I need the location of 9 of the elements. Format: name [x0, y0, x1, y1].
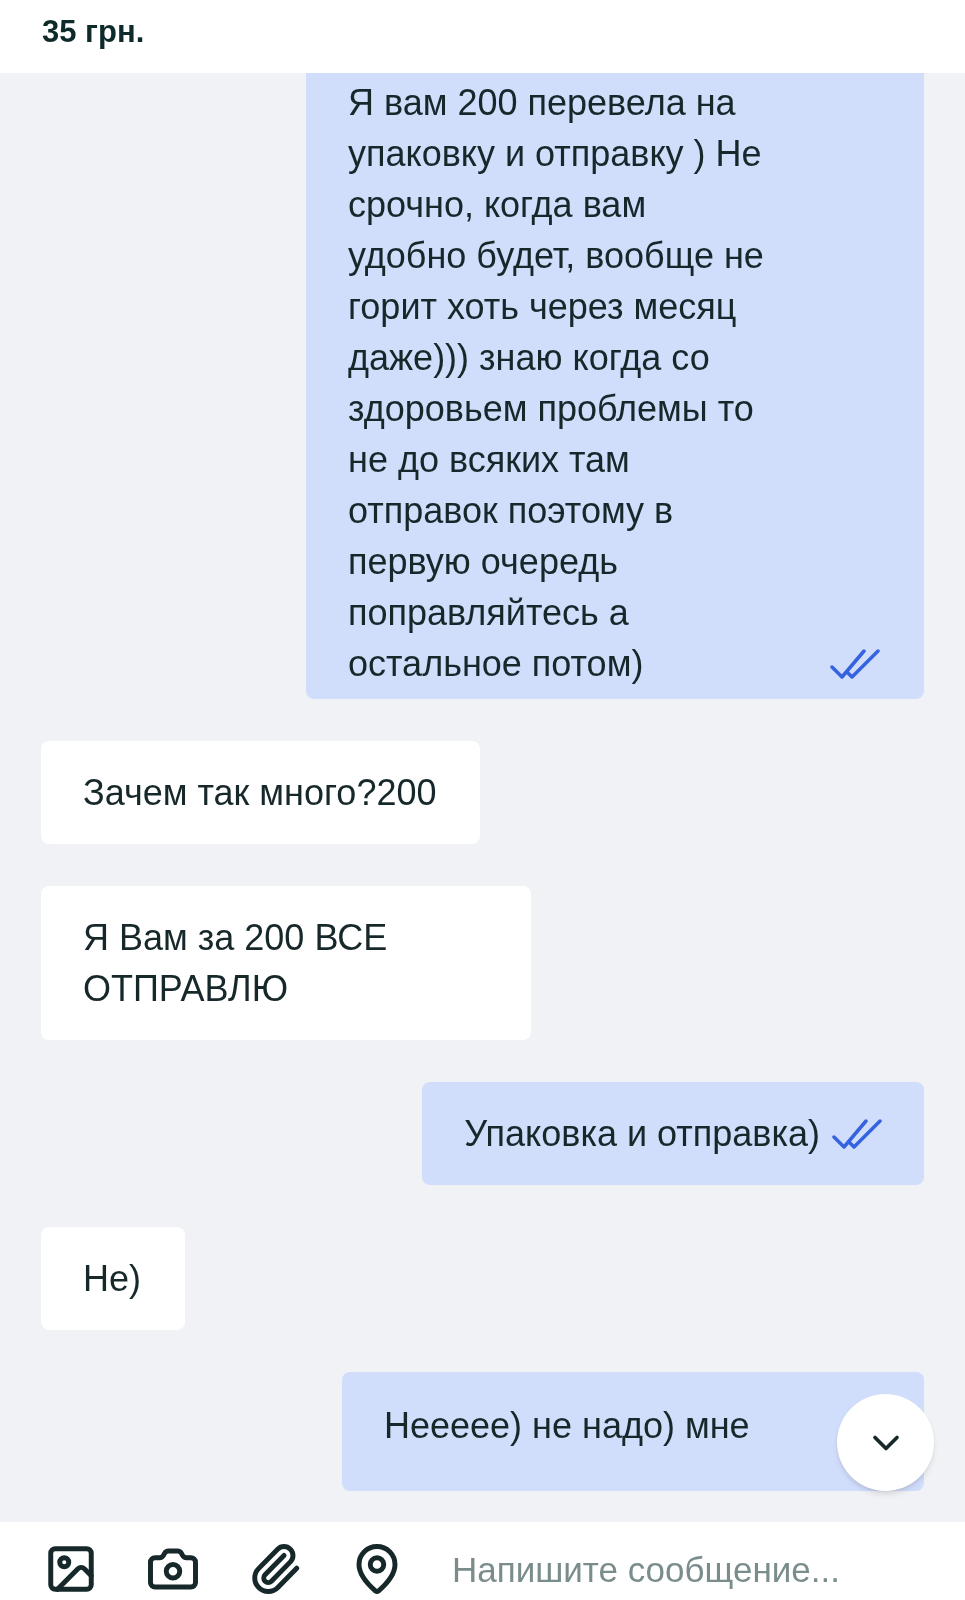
message-input[interactable]: Напишите сообщение... — [452, 1546, 945, 1594]
price-text: 35 грн. — [42, 13, 145, 51]
message-text: Неееее) не надо) мне — [384, 1404, 750, 1448]
message-text: Зачем так много?200 — [83, 772, 437, 813]
message-text: Упаковка и отправка) — [464, 1112, 820, 1156]
message-text: Я Вам за 200 ВСЕ ОТПРАВЛЮ — [83, 917, 388, 1009]
message-text: Я вам 200 перевела на упаковку и отправку ) Не срочно, когда вам удобно будет, вообще не горит хоть через месяц даже))) знаю когда со здоровьем проблемы то не до всяких там отправок поэтому в первую очередь поправляйтесь а остальное потом) — [348, 81, 765, 686]
message-text: Не) — [83, 1258, 141, 1299]
message-composer[interactable]: Напишите сообщение... — [0, 1522, 965, 1600]
